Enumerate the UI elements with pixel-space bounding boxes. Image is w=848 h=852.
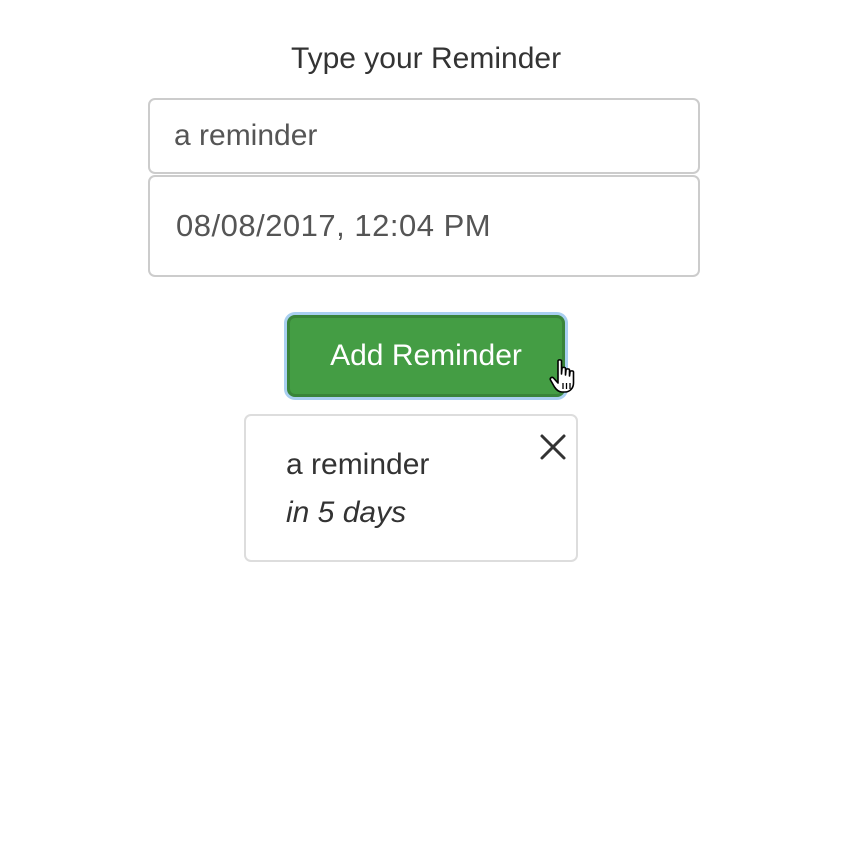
reminder-text: a reminder <box>286 448 430 481</box>
add-reminder-button[interactable]: Add Reminder <box>287 315 565 397</box>
close-icon[interactable] <box>538 432 568 462</box>
reminder-relative-time: in 5 days <box>286 496 407 529</box>
form-heading: Type your Reminder <box>290 42 562 75</box>
reminder-text-input[interactable] <box>148 98 700 174</box>
reminder-app: Type your Reminder Add Reminder a remind… <box>0 0 848 852</box>
reminder-list-item: a reminder in 5 days <box>244 414 578 562</box>
reminder-due-date-input[interactable] <box>148 175 700 277</box>
hand-pointer-icon <box>549 359 575 393</box>
